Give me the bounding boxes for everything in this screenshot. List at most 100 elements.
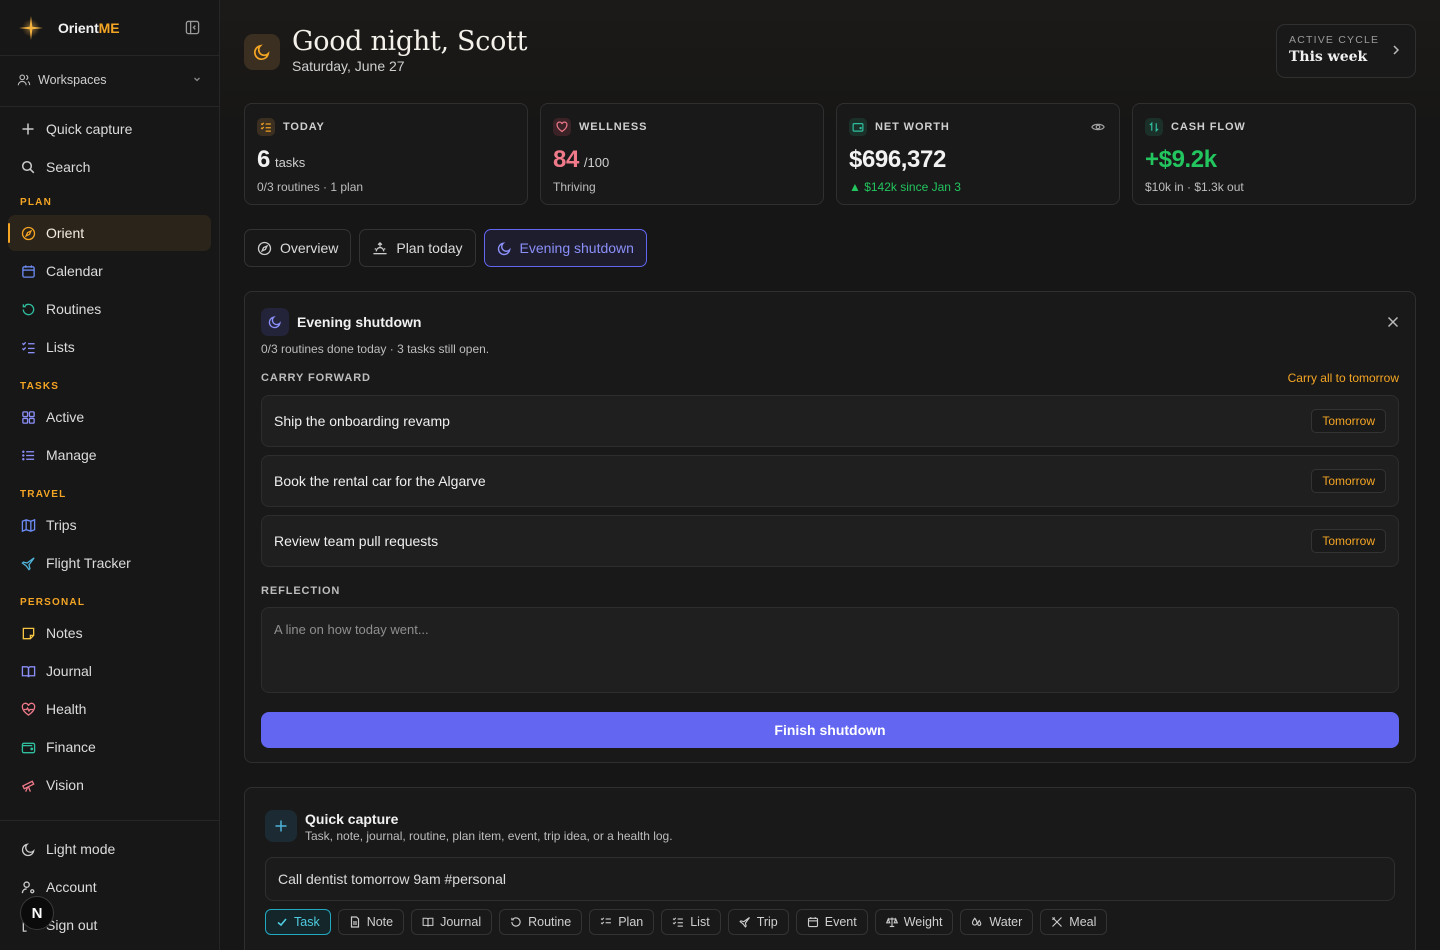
sidebar-item-label: Light mode [46,841,116,857]
sidebar-item-quick-capture[interactable]: Quick capture [8,111,211,147]
moon-icon [244,34,280,70]
sidebar-item-active[interactable]: Active [8,399,211,435]
sidebar-item-search[interactable]: Search [8,149,211,185]
quick-capture-panel: Quick capture Task, note, journal, routi… [244,787,1416,950]
sidebar-item-journal[interactable]: Journal [8,653,211,689]
sidebar-item-label: Notes [46,625,83,641]
stats-row: TODAY 6 tasks 0/3 routines · 1 plan WELLN… [244,103,1416,205]
tab-evening-shutdown[interactable]: Evening shutdown [483,229,647,267]
quick-capture-input[interactable]: Call dentist tomorrow 9am #personal [265,857,1395,901]
view-tabs: Overview Plan today Evening shutdown [244,229,647,267]
sidebar-item-manage[interactable]: Manage [8,437,211,473]
scale-icon [885,916,898,928]
stat-card-net-worth[interactable]: NET WORTH $696,372 ▲ $142k since Jan 3 [836,103,1120,205]
section-title-plan: PLAN [20,196,53,208]
active-cycle-selector[interactable]: ACTIVE CYCLE This week [1276,24,1416,78]
note-icon [20,625,36,641]
brand: OrientME [0,0,219,56]
sidebar-item-label: Account [46,879,97,895]
chip-journal[interactable]: Journal [411,909,493,935]
eye-icon[interactable] [1091,120,1105,139]
chip-water[interactable]: Water [960,909,1034,935]
sidebar-item-vision[interactable]: Vision [8,767,211,803]
sidebar-item-calendar[interactable]: Calendar [8,253,211,289]
grid-icon [20,409,36,425]
workspaces-dropdown[interactable]: Workspaces [8,64,211,96]
tab-plan-today[interactable]: Plan today [359,229,476,267]
chip-label: Routine [528,915,572,929]
chip-event[interactable]: Event [795,909,868,935]
list-checks-icon [257,118,275,136]
main-content: Good night, Scott Saturday, June 27 ACTI… [220,0,1440,950]
tomorrow-button[interactable]: Tomorrow [1311,409,1386,433]
chevron-right-icon [1391,43,1401,61]
carry-all-link[interactable]: Carry all to tomorrow [1288,371,1399,385]
stat-label: CASH FLOW [1171,121,1246,133]
carry-item: Book the rental car for the Algarve Tomo… [261,455,1399,507]
stat-card-wellness[interactable]: WELLNESS 84/100 Thriving [540,103,824,205]
sidebar-item-label: Vision [46,777,84,793]
sidebar-item-trips[interactable]: Trips [8,507,211,543]
chip-label: Trip [756,915,778,929]
tomorrow-button[interactable]: Tomorrow [1311,529,1386,553]
quick-capture-title: Quick capture [305,811,399,827]
carry-item-title: Book the rental car for the Algarve [274,473,486,489]
sidebar-item-label: Active [46,409,85,425]
carry-item: Review team pull requests Tomorrow [261,515,1399,567]
sidebar-item-label: Trips [46,517,77,533]
sidebar-footer: Light mode Account Sign out [0,820,219,950]
plane-icon [738,916,751,928]
sidebar-item-notes[interactable]: Notes [8,615,211,651]
tab-overview[interactable]: Overview [244,229,352,267]
chip-note[interactable]: Note [337,909,405,935]
sidebar-item-flight-tracker[interactable]: Flight Tracker [8,545,211,581]
tomorrow-button[interactable]: Tomorrow [1311,469,1386,493]
avatar[interactable]: N [20,896,54,930]
compass-icon [20,225,36,241]
chip-trip[interactable]: Trip [727,909,789,935]
brand-name: OrientME [58,19,120,36]
list-checks-icon [672,916,684,928]
stat-card-cash-flow[interactable]: CASH FLOW +$9.2k $10k in · $1.3k out [1132,103,1416,205]
chip-plan[interactable]: Plan [589,909,655,935]
list-checks-icon [600,916,612,928]
sidebar-item-orient[interactable]: Orient [8,215,211,251]
sidebar-item-label: Calendar [46,263,103,279]
chip-list[interactable]: List [661,909,721,935]
sidebar-item-label: Sign out [46,917,98,933]
sidebar-item-label: Orient [46,225,85,241]
wallet-icon [849,118,867,136]
arrows-up-down-icon [1145,118,1163,136]
sidebar-item-routines[interactable]: Routines [8,291,211,327]
sidebar-item-finance[interactable]: Finance [8,729,211,765]
close-icon[interactable] [1387,316,1399,328]
sidebar-item-lists[interactable]: Lists [8,329,211,365]
chip-weight[interactable]: Weight [874,909,954,935]
chip-label: Meal [1069,915,1097,929]
sidebar-item-label: Routines [46,301,102,317]
quick-capture-subtitle: Task, note, journal, routine, plan item,… [305,829,673,843]
chip-label: Water [989,915,1023,929]
plus-icon [265,810,297,842]
reflection-label: REFLECTION [261,585,341,597]
stat-card-today[interactable]: TODAY 6 tasks 0/3 routines · 1 plan [244,103,528,205]
page-header: Good night, Scott Saturday, June 27 ACTI… [244,24,1416,80]
chip-task[interactable]: Task [265,909,331,935]
book-icon [20,663,36,679]
sidebar-collapse-icon[interactable] [183,19,201,37]
tab-label: Evening shutdown [519,240,634,256]
light-mode-toggle[interactable]: Light mode [8,831,211,867]
utensils-icon [1051,916,1063,928]
chip-meal[interactable]: Meal [1040,909,1108,935]
reflection-textarea[interactable]: A line on how today went... [261,607,1399,693]
refresh-icon [20,301,36,317]
search-icon [20,159,36,175]
list-icon [20,447,36,463]
stat-value: $696,372 [849,146,946,173]
finish-shutdown-button[interactable]: Finish shutdown [261,712,1399,748]
chip-routine[interactable]: Routine [499,909,583,935]
section-title-travel: TRAVEL [20,488,67,500]
file-text-icon [349,916,361,928]
sidebar-item-health[interactable]: Health [8,691,211,727]
star-logo-icon [18,15,44,41]
